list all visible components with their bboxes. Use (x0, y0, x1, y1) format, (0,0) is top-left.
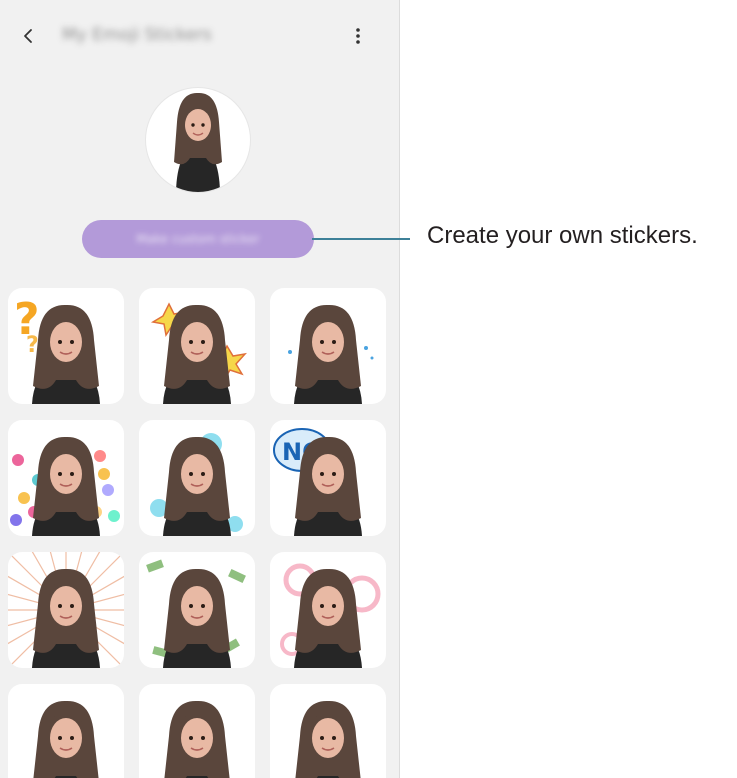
make-sticker-label: Make custom sticker (136, 232, 260, 246)
callout-annotation: Create your own stickers. (427, 222, 698, 249)
phone-screen: My Emoji Stickers Make custom sticker ??… (0, 0, 400, 778)
avatar-sticker-icon (8, 552, 124, 668)
app-bar: My Emoji Stickers (0, 0, 399, 72)
callout-line (312, 238, 410, 240)
wink-sticker[interactable] (270, 684, 386, 778)
page-title: My Emoji Stickers (62, 25, 212, 45)
cheer-sticker[interactable] (139, 684, 255, 778)
money-sticker[interactable] (139, 552, 255, 668)
avatar-sticker-icon (150, 433, 243, 536)
avatar-sticker-icon: ?? (14, 294, 100, 404)
avatar-sticker-icon (10, 436, 120, 536)
avatar-sticker-icon (150, 302, 247, 404)
more-vertical-icon[interactable] (348, 24, 368, 48)
shout-sticker[interactable] (8, 552, 124, 668)
avatar-sticker-icon (164, 700, 230, 778)
avatar[interactable] (146, 88, 250, 192)
face-cover-sticker[interactable] (270, 288, 386, 404)
avatar-sticker-icon: NO (273, 428, 362, 536)
no-sticker[interactable]: NO (270, 420, 386, 536)
sigh-sticker[interactable] (139, 420, 255, 536)
wave-sticker[interactable] (8, 684, 124, 778)
avatar-sticker-icon (280, 563, 381, 668)
avatar-sticker-icon (288, 304, 374, 404)
make-sticker-button[interactable]: Make custom sticker (82, 220, 314, 258)
hearts-sticker[interactable] (8, 420, 124, 536)
question-sticker[interactable]: ?? (8, 288, 124, 404)
avatar-sticker-icon (33, 700, 99, 778)
circles-sticker[interactable] (270, 552, 386, 668)
chevron-left-icon[interactable] (18, 24, 40, 48)
avatar-sticker-icon (295, 700, 361, 778)
avatar-sticker-icon (146, 559, 246, 668)
excited-sticker[interactable] (139, 288, 255, 404)
